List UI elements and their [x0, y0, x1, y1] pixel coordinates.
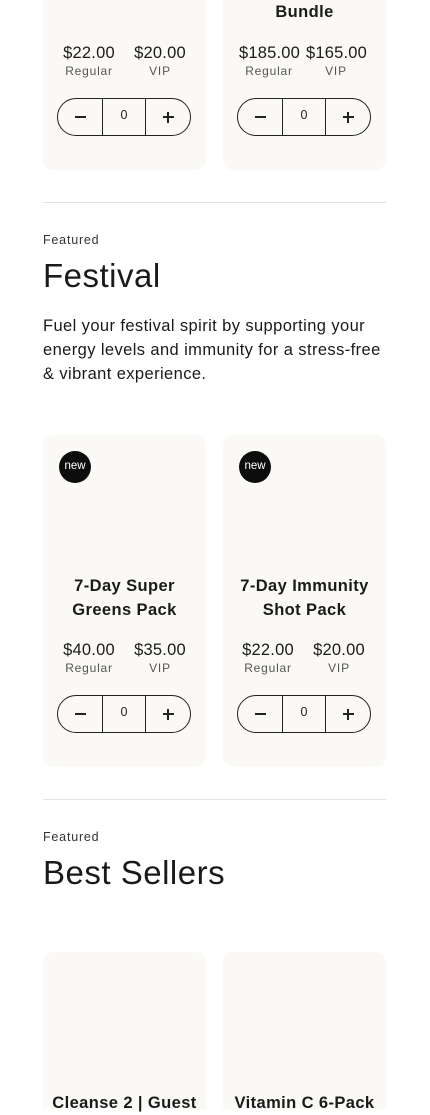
- vip-price: $165.00 VIP: [306, 43, 368, 79]
- plus-icon: [342, 708, 354, 720]
- decrease-button[interactable]: [238, 99, 282, 135]
- section-eyebrow: Featured: [43, 830, 100, 844]
- vip-price-value: $20.00: [134, 44, 186, 62]
- vip-price: $20.00 VIP: [309, 640, 369, 676]
- product-card[interactable]: Bundle $185.00 Regular $165.00 VIP 0: [223, 0, 386, 170]
- section-title: Festival: [43, 257, 161, 294]
- increase-button[interactable]: [326, 99, 370, 135]
- regular-price-label: Regular: [245, 64, 293, 78]
- regular-price-value: $22.00: [63, 44, 115, 62]
- vip-price-label: VIP: [149, 661, 171, 675]
- decrease-button[interactable]: [238, 696, 282, 732]
- quantity-value[interactable]: 0: [102, 99, 146, 135]
- section-description: Fuel your festival spirit by supporting …: [43, 317, 381, 383]
- regular-price: $22.00 Regular: [59, 43, 119, 79]
- section-divider: [43, 799, 386, 800]
- section-title: Best Sellers: [43, 854, 226, 891]
- vip-price: $20.00 VIP: [130, 43, 190, 79]
- regular-price-label: Regular: [244, 661, 292, 675]
- increase-button[interactable]: [326, 696, 370, 732]
- vip-price-label: VIP: [328, 661, 350, 675]
- quantity-value[interactable]: 0: [282, 99, 326, 135]
- minus-icon: [254, 116, 266, 118]
- quantity-stepper[interactable]: 0: [57, 695, 191, 733]
- vip-price-label: VIP: [149, 64, 171, 78]
- regular-price: $40.00 Regular: [59, 640, 119, 676]
- regular-price-label: Regular: [65, 661, 113, 675]
- increase-button[interactable]: [146, 99, 190, 135]
- plus-icon: [342, 111, 354, 123]
- quantity-stepper[interactable]: 0: [237, 98, 371, 136]
- vip-price-label: VIP: [325, 64, 347, 78]
- section-divider: [43, 202, 386, 203]
- decrease-button[interactable]: [58, 99, 102, 135]
- regular-price: $185.00 Regular: [239, 43, 301, 79]
- product-card[interactable]: new 7-Day Super Greens Pack $40.00 Regul…: [43, 435, 206, 767]
- product-name[interactable]: Cleanse 2 | Guest: [43, 1091, 206, 1115]
- vip-price: $35.00 VIP: [130, 640, 190, 676]
- regular-price-value: $40.00: [63, 641, 115, 659]
- decrease-button[interactable]: [58, 696, 102, 732]
- plus-icon: [162, 708, 174, 720]
- product-card[interactable]: new 7-Day Immunity Shot Pack $22.00 Regu…: [223, 435, 386, 767]
- product-card[interactable]: Cleanse 2 | Guest: [43, 952, 206, 1112]
- quantity-stepper[interactable]: 0: [57, 98, 191, 136]
- increase-button[interactable]: [146, 696, 190, 732]
- vip-price-value: $20.00: [313, 641, 365, 659]
- vip-price-value: $35.00: [134, 641, 186, 659]
- quantity-value[interactable]: 0: [282, 696, 326, 732]
- minus-icon: [74, 116, 86, 118]
- regular-price: $22.00 Regular: [238, 640, 298, 676]
- regular-price-value: $22.00: [242, 641, 294, 659]
- new-badge: new: [239, 451, 271, 483]
- quantity-stepper[interactable]: 0: [237, 695, 371, 733]
- section-eyebrow: Featured: [43, 233, 100, 247]
- product-page: $22.00 Regular $20.00 VIP 0 Bundle $185.…: [0, 0, 430, 1112]
- regular-price-label: Regular: [65, 64, 113, 78]
- regular-price-value: $185.00: [239, 44, 301, 62]
- minus-icon: [254, 713, 266, 715]
- product-name[interactable]: Vitamin C 6-Pack: [223, 1091, 386, 1115]
- plus-icon: [162, 111, 174, 123]
- quantity-value[interactable]: 0: [102, 696, 146, 732]
- product-name[interactable]: 7-Day Super Greens Pack: [43, 574, 206, 622]
- product-name[interactable]: Bundle: [223, 0, 386, 24]
- product-name[interactable]: 7-Day Immunity Shot Pack: [223, 574, 386, 622]
- product-card[interactable]: Vitamin C 6-Pack: [223, 952, 386, 1112]
- product-card[interactable]: $22.00 Regular $20.00 VIP 0: [43, 0, 206, 170]
- vip-price-value: $165.00: [306, 44, 368, 62]
- minus-icon: [74, 713, 86, 715]
- new-badge: new: [59, 451, 91, 483]
